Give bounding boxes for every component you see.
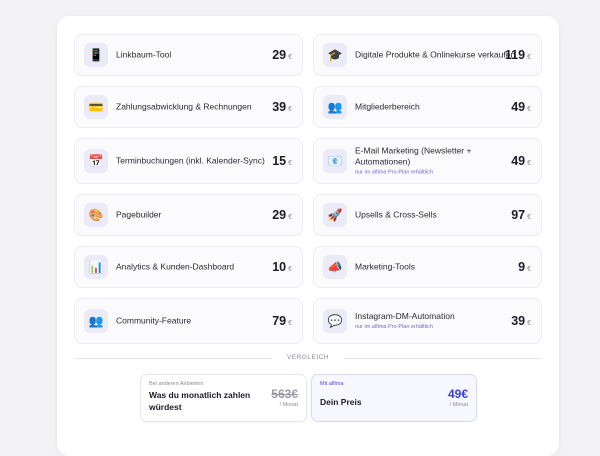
alfima-price-value: 49€ <box>447 387 468 401</box>
comparison-divider: VERGLEICH <box>74 352 542 364</box>
chat-bubble-icon: 💬 <box>323 309 347 333</box>
feature-price: 10 € <box>272 260 292 274</box>
feature-price: 49 € <box>511 154 531 168</box>
feature-price: 119 € <box>504 48 531 62</box>
feature-price: 15 € <box>272 154 292 168</box>
feature-label: Instagram-DM-Automation nur im alfima Pro… <box>355 311 455 330</box>
divider-line <box>344 358 542 359</box>
feature-price: 29 € <box>272 208 292 222</box>
credit-card-icon: 💳 <box>84 95 108 119</box>
competitor-question: Was du monatlich zahlen würdest <box>149 390 251 412</box>
competitor-price: 563€ / Monat <box>271 387 298 408</box>
feature-item: 👥 Mitgliederbereich 49 € <box>313 86 542 128</box>
feature-label: Community-Feature <box>116 315 192 326</box>
graduation-cap-icon: 🎓 <box>323 43 347 67</box>
feature-item: 📱 Linkbaum-Tool 29 € <box>74 34 303 76</box>
feature-item: 🎓 Digitale Produkte & Onlinekurse verkauf… <box>313 34 542 76</box>
pricing-card: 📱 Linkbaum-Tool 29 € 🎓 Digitale Produkte & O… <box>57 16 559 456</box>
feature-label: Pagebuilder <box>116 209 162 220</box>
megaphone-icon: 📣 <box>323 255 347 279</box>
alfima-question: Dein Preis <box>320 397 362 407</box>
phone-icon: 📱 <box>84 43 108 67</box>
feature-item: 📧 E-Mail Marketing (Newsletter + Automati… <box>313 138 542 184</box>
feature-label: Marketing-Tools <box>355 261 415 272</box>
competitor-tag: Bei anderen Anbietern <box>149 381 204 387</box>
feature-item: 💳 Zahlungsabwicklung & Rechnungen 39 € <box>74 86 303 128</box>
feature-price: 39 € <box>511 314 531 328</box>
members-icon: 👥 <box>323 95 347 119</box>
per-month: / Monat <box>449 402 468 408</box>
per-month: / Monat <box>279 402 298 408</box>
mail-icon: 📧 <box>323 149 347 173</box>
chart-icon: 📊 <box>84 255 108 279</box>
feature-grid: 📱 Linkbaum-Tool 29 € 🎓 Digitale Produkte & O… <box>74 34 542 344</box>
feature-item: 👥 Community-Feature 79 € <box>74 298 303 344</box>
strikethrough-price: 563€ <box>271 387 298 401</box>
feature-item: 🚀 Upsells & Cross-Sells 97 € <box>313 194 542 236</box>
feature-label: Terminbuchungen (inkl. Kalender-Sync) <box>116 155 265 166</box>
feature-label: Linkbaum-Tool <box>116 49 172 60</box>
feature-item: 📣 Marketing-Tools 9 € <box>313 246 542 288</box>
feature-price: 79 € <box>272 314 292 328</box>
pro-plan-note: nur im alfima Pro-Plan erhältlich <box>355 169 433 176</box>
feature-label: Digitale Produkte & Onlinekurse verkaufe… <box>355 49 516 60</box>
calendar-icon: 📅 <box>84 149 108 173</box>
community-icon: 👥 <box>84 309 108 333</box>
feature-label: Mitgliederbereich <box>355 101 420 112</box>
feature-item: 📊 Analytics & Kunden-Dashboard 10 € <box>74 246 303 288</box>
feature-label: Zahlungsabwicklung & Rechnungen <box>116 101 252 112</box>
alfima-tag: Mit alfima <box>320 381 344 387</box>
feature-item: 🎨 Pagebuilder 29 € <box>74 194 303 236</box>
feature-label: Analytics & Kunden-Dashboard <box>116 261 235 272</box>
feature-item: 📅 Terminbuchungen (inkl. Kalender-Sync) 15… <box>74 138 303 184</box>
feature-price: 9 € <box>518 260 531 274</box>
feature-label: E-Mail Marketing (Newsletter + Automatio… <box>355 146 475 177</box>
palette-icon: 🎨 <box>84 203 108 227</box>
feature-label: Upsells & Cross-Sells <box>355 209 437 220</box>
pro-plan-note: nur im alfima Pro-Plan erhältlich <box>355 324 433 330</box>
feature-item: 💬 Instagram-DM-Automation nur im alfima Pr… <box>313 298 542 344</box>
rocket-icon: 🚀 <box>323 203 347 227</box>
alfima-price: 49€ / Monat <box>448 387 468 408</box>
alfima-price-card: Mit alfima Dein Preis 49€ / Monat <box>311 374 477 422</box>
feature-price: 39 € <box>272 100 292 114</box>
competitor-price-card: Bei anderen Anbietern Was du monatlich z… <box>140 374 307 422</box>
feature-price: 97 € <box>511 208 531 222</box>
feature-price: 49 € <box>511 100 531 114</box>
feature-price: 29 € <box>272 48 292 62</box>
